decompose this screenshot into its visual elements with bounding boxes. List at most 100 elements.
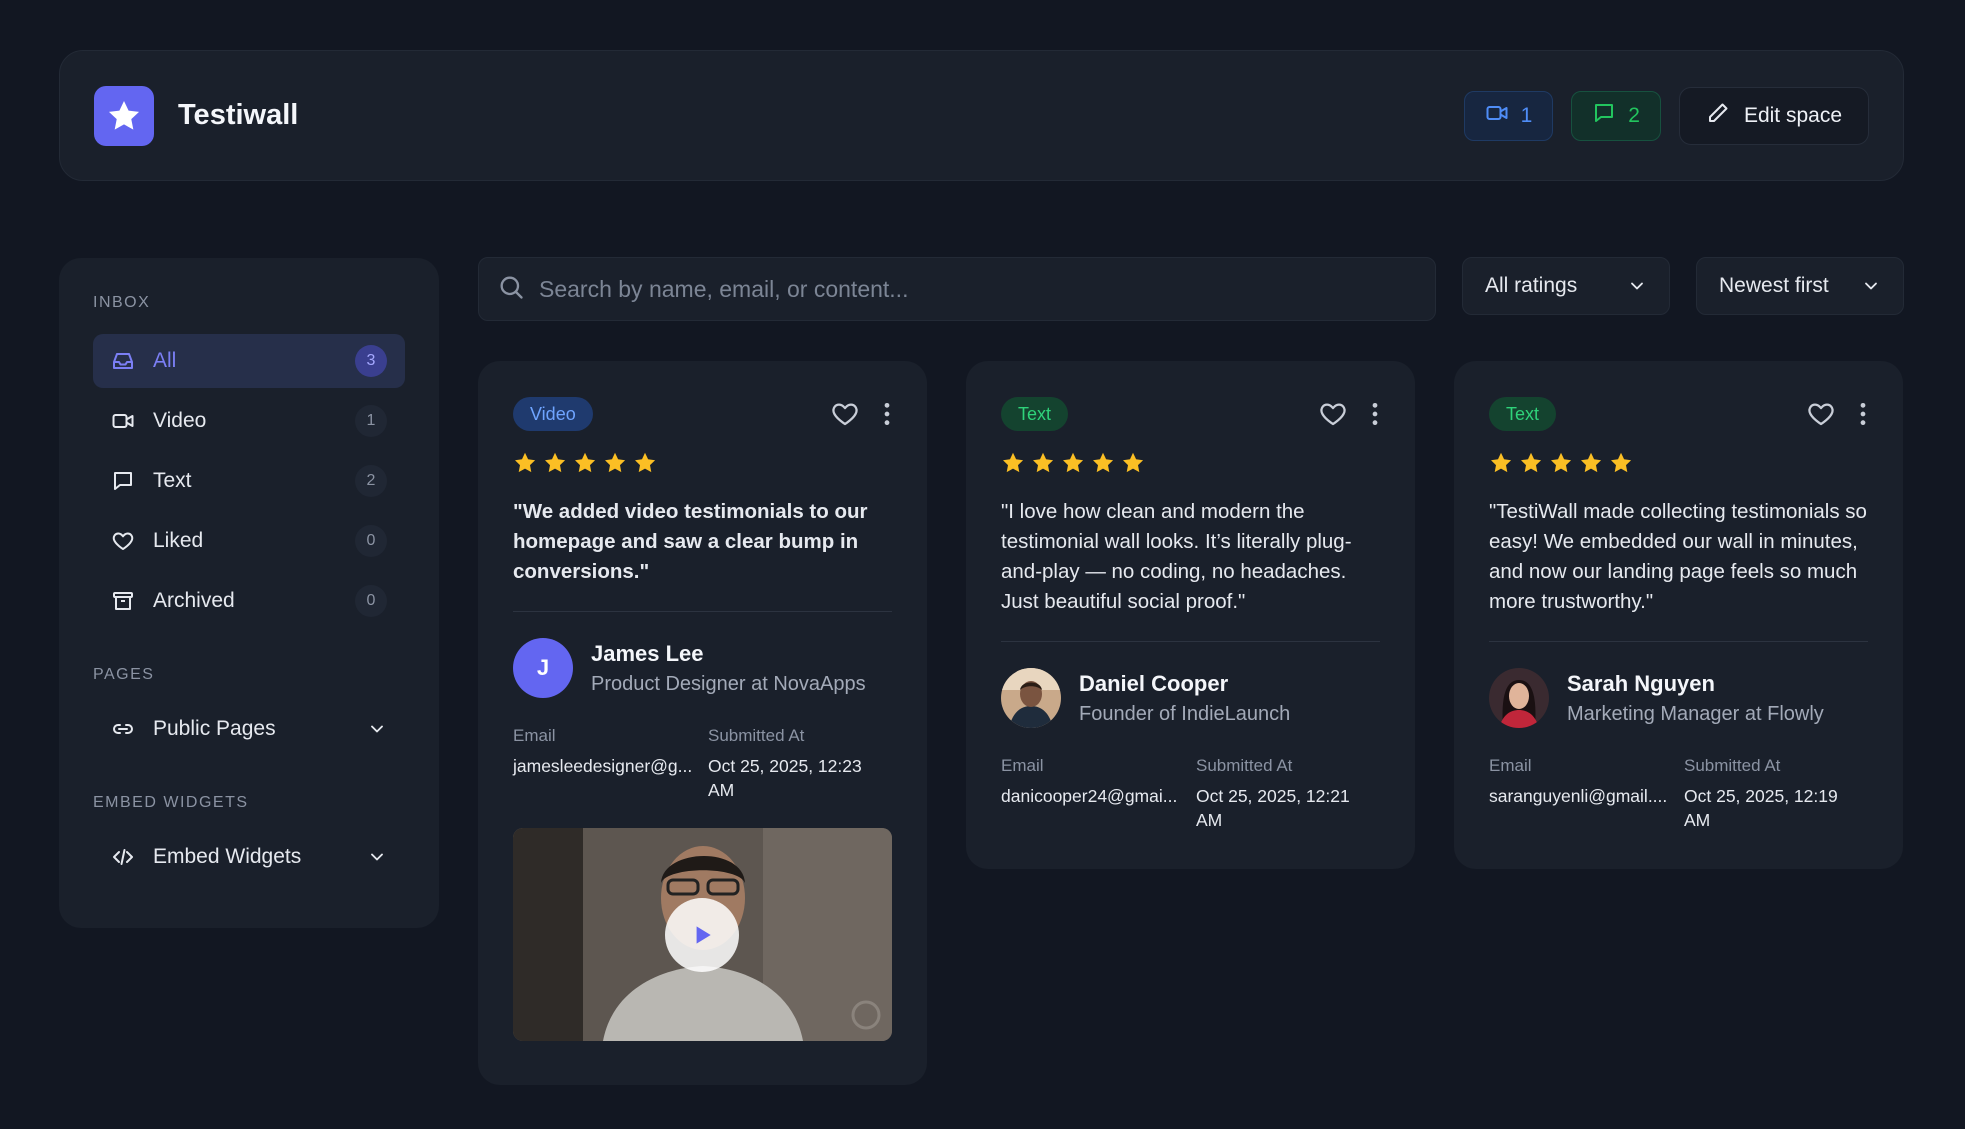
text-count-button[interactable]: 2 bbox=[1571, 90, 1661, 141]
divider bbox=[1489, 641, 1868, 642]
star-icon bbox=[515, 452, 536, 473]
author-name: James Lee bbox=[591, 640, 704, 666]
type-badge: Text bbox=[1001, 397, 1069, 431]
count-badge: 3 bbox=[355, 345, 387, 377]
sidebar-item-label: Text bbox=[153, 469, 192, 492]
video-icon bbox=[111, 408, 137, 434]
sort-value: Newest first bbox=[1719, 274, 1829, 297]
heart-icon[interactable] bbox=[1318, 399, 1348, 429]
divider bbox=[513, 611, 892, 612]
card-header: Text bbox=[1001, 397, 1380, 431]
email-label: Email bbox=[1001, 756, 1044, 775]
sidebar-item-public-pages[interactable]: Public Pages bbox=[93, 702, 405, 756]
chevron-down-icon[interactable] bbox=[367, 847, 387, 867]
pages-section-title: PAGES bbox=[93, 666, 155, 683]
type-badge: Video bbox=[513, 397, 593, 431]
star-logo-icon[interactable] bbox=[94, 85, 154, 146]
count-badge: 0 bbox=[355, 585, 387, 617]
count-badge: 1 bbox=[355, 405, 387, 437]
author-name: Daniel Cooper bbox=[1079, 670, 1229, 696]
sidebar-item-video[interactable]: Video 1 bbox=[93, 394, 405, 448]
sidebar-item-label: Embed Widgets bbox=[153, 845, 302, 868]
submitted-label: Submitted At bbox=[1684, 756, 1781, 775]
message-icon bbox=[1592, 101, 1616, 131]
star-rating bbox=[1489, 451, 1868, 475]
submitted-label: Submitted At bbox=[708, 726, 805, 745]
testimonial-quote: "We added video testimonials to our home… bbox=[513, 500, 868, 583]
star-icon bbox=[1611, 452, 1632, 473]
play-icon bbox=[696, 926, 711, 944]
rating-filter-select[interactable]: All ratings bbox=[1462, 257, 1670, 315]
sidebar-item-label: Archived bbox=[153, 589, 235, 612]
more-vertical-icon[interactable] bbox=[1858, 401, 1868, 427]
author-role: Marketing Manager at Flowly bbox=[1567, 702, 1824, 725]
submitted-value: Oct 25, 2025, 12:21 AM bbox=[1196, 786, 1350, 830]
sidebar-item-liked[interactable]: Liked 0 bbox=[93, 514, 405, 568]
sidebar-item-text[interactable]: Text 2 bbox=[93, 454, 405, 508]
email-value: saranguyenli@gmail.... bbox=[1489, 786, 1668, 806]
card-header: Text bbox=[1489, 397, 1868, 431]
heart-icon[interactable] bbox=[1806, 399, 1836, 429]
heart-icon bbox=[111, 528, 137, 554]
play-button[interactable] bbox=[665, 898, 739, 972]
email-value: jamesleedesigner@g... bbox=[513, 756, 693, 776]
sidebar: INBOX All 3 Video 1 Text 2 Liked 0 Archi… bbox=[59, 258, 439, 928]
search-input[interactable] bbox=[539, 275, 1399, 303]
sidebar-item-embed-widgets[interactable]: Embed Widgets bbox=[93, 830, 405, 884]
heart-icon[interactable] bbox=[830, 399, 860, 429]
embed-section-title: EMBED WIDGETS bbox=[93, 794, 249, 811]
sidebar-item-archived[interactable]: Archived 0 bbox=[93, 574, 405, 628]
star-rating bbox=[513, 451, 892, 475]
card-header: Video bbox=[513, 397, 892, 431]
card-meta: Email jamesleedesigner@g... Submitted At… bbox=[513, 726, 892, 802]
testimonial-quote: "I love how clean and modern the testimo… bbox=[1001, 500, 1352, 613]
star-icon bbox=[605, 452, 626, 473]
card-meta: Email danicooper24@gmai... Submitted At … bbox=[1001, 756, 1380, 832]
star-icon bbox=[1521, 452, 1542, 473]
archive-icon bbox=[111, 588, 137, 614]
count-badge: 0 bbox=[355, 525, 387, 557]
header-actions: 1 2 Edit space bbox=[1463, 86, 1869, 145]
author: J James Lee Product Designer at NovaApps bbox=[513, 638, 892, 698]
chevron-down-icon[interactable] bbox=[367, 719, 387, 739]
inbox-section-title: INBOX bbox=[93, 294, 151, 311]
author: Sarah Nguyen Marketing Manager at Flowly bbox=[1489, 668, 1868, 728]
email-label: Email bbox=[513, 726, 556, 745]
more-vertical-icon[interactable] bbox=[882, 401, 892, 427]
rating-filter-value: All ratings bbox=[1485, 274, 1578, 297]
chevron-down-icon bbox=[1861, 276, 1881, 296]
video-thumbnail[interactable] bbox=[513, 828, 892, 1041]
sort-select[interactable]: Newest first bbox=[1696, 257, 1904, 315]
inbox-icon bbox=[111, 348, 137, 374]
author-name: Sarah Nguyen bbox=[1567, 670, 1715, 696]
inbox-nav: All 3 Video 1 Text 2 Liked 0 Archived 0 bbox=[93, 334, 405, 628]
video-icon bbox=[1485, 101, 1509, 131]
author-role: Founder of IndieLaunch bbox=[1079, 702, 1291, 725]
star-icon bbox=[1003, 452, 1024, 473]
author: Daniel Cooper Founder of IndieLaunch bbox=[1001, 668, 1380, 728]
video-count-button[interactable]: 1 bbox=[1463, 90, 1554, 141]
card-meta: Email saranguyenli@gmail.... Submitted A… bbox=[1489, 756, 1868, 832]
author-role: Product Designer at NovaApps bbox=[591, 672, 866, 695]
star-icon bbox=[1093, 452, 1114, 473]
link-icon bbox=[111, 716, 137, 742]
more-vertical-icon[interactable] bbox=[1370, 401, 1380, 427]
app-name: Testiwall bbox=[178, 99, 299, 131]
count-badge: 2 bbox=[355, 465, 387, 497]
avatar bbox=[1489, 668, 1549, 728]
text-count: 2 bbox=[1628, 103, 1640, 127]
star-icon bbox=[545, 452, 566, 473]
star-icon bbox=[1491, 452, 1512, 473]
avatar bbox=[1001, 668, 1061, 728]
message-icon bbox=[111, 468, 137, 494]
edit-space-button[interactable]: Edit space bbox=[1678, 86, 1869, 145]
star-icon bbox=[1123, 452, 1144, 473]
sidebar-item-label: Video bbox=[153, 409, 207, 432]
testimonial-card: Video "We added video testimonials to ou… bbox=[478, 361, 927, 1085]
star-icon bbox=[575, 452, 596, 473]
star-icon bbox=[1033, 452, 1054, 473]
sidebar-item-all[interactable]: All 3 bbox=[93, 334, 405, 388]
star-icon bbox=[1551, 452, 1572, 473]
edit-space-label: Edit space bbox=[1743, 103, 1842, 127]
search-icon bbox=[497, 273, 525, 306]
